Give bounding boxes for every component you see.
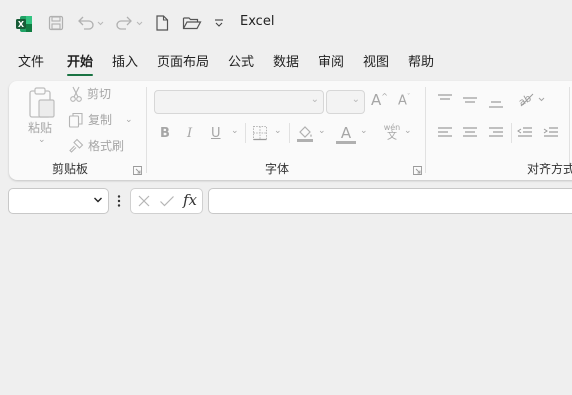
format-painter-button[interactable]: 格式刷: [68, 137, 124, 154]
format-painter-label: 格式刷: [88, 139, 125, 153]
font-sub-divider: [245, 123, 246, 143]
clipboard-group-label: 剪贴板: [52, 162, 89, 176]
cut-button[interactable]: 剪切: [69, 85, 111, 102]
customize-dropdown-icon[interactable]: [212, 15, 226, 31]
app-title: Excel: [240, 14, 275, 29]
copy-icon: [68, 112, 84, 128]
svg-text:ab: ab: [518, 93, 533, 107]
group-divider: [146, 87, 147, 173]
copy-dropdown-icon[interactable]: ⌄: [125, 115, 133, 125]
font-dialog-launcher-icon[interactable]: [413, 166, 422, 175]
decrease-indent-icon[interactable]: [517, 126, 533, 140]
tab-page-layout[interactable]: 页面布局: [157, 50, 209, 76]
enter-check-icon[interactable]: [159, 194, 175, 208]
align-top-icon[interactable]: [437, 93, 453, 107]
chevron-down-icon: [93, 193, 103, 207]
redo-icon[interactable]: [114, 14, 144, 32]
orientation-icon[interactable]: ab: [518, 91, 552, 107]
tab-review[interactable]: 审阅: [318, 50, 344, 76]
alignment-group-label: 对齐方式: [527, 162, 572, 176]
font-color-icon: A: [340, 124, 352, 142]
align-center-icon[interactable]: [462, 126, 478, 140]
italic-button[interactable]: I: [187, 126, 192, 141]
group-divider: [425, 87, 426, 173]
font-group-label: 字体: [265, 162, 290, 176]
font-sub-divider: [289, 123, 290, 143]
tab-view[interactable]: 视图: [363, 50, 389, 76]
phonetic-dropdown-icon[interactable]: ⌄: [404, 126, 412, 136]
chevron-down-icon: ⌄: [351, 94, 360, 105]
tab-home[interactable]: 开始: [67, 50, 94, 76]
align-right-icon[interactable]: [488, 126, 504, 140]
name-box[interactable]: [8, 188, 109, 214]
paste-label[interactable]: 粘贴: [28, 119, 52, 136]
increase-indent-icon[interactable]: [543, 126, 559, 140]
phonetic-guide-button[interactable]: wén 文: [381, 123, 403, 142]
cut-label: 剪切: [87, 87, 112, 101]
decrease-font-size-button[interactable]: Aˇ: [398, 93, 410, 108]
clipboard-dialog-launcher-icon[interactable]: [133, 166, 142, 175]
align-middle-icon[interactable]: [462, 93, 478, 107]
font-color-button[interactable]: A: [336, 123, 356, 144]
underline-dropdown-icon[interactable]: ⌄: [231, 126, 239, 136]
decrease-font-icon: A: [398, 93, 407, 109]
align-left-icon[interactable]: [437, 126, 453, 140]
borders-dropdown-icon[interactable]: ⌄: [274, 126, 282, 136]
align-bottom-icon[interactable]: [488, 93, 504, 109]
phonetic-bottom: 文: [387, 131, 397, 142]
bold-button[interactable]: B: [160, 126, 170, 141]
ribbon-panel: 粘贴 ⌄ 剪切 复制 ⌄ 格式刷 剪贴板 ⌄ ⌄ A^ Aˇ B I U ⌄ ⌄: [9, 81, 572, 180]
tab-file[interactable]: 文件: [18, 50, 44, 76]
cancel-icon[interactable]: [137, 194, 151, 208]
fill-color-icon[interactable]: [296, 123, 314, 143]
paste-icon[interactable]: [27, 87, 57, 118]
tab-formulas[interactable]: 公式: [228, 50, 254, 76]
tab-help[interactable]: 帮助: [408, 50, 434, 76]
copy-label: 复制: [88, 113, 113, 127]
increase-font-size-button[interactable]: A^: [371, 91, 388, 109]
align-sub-divider: [511, 123, 512, 143]
fill-color-dropdown-icon[interactable]: ⌄: [318, 126, 326, 136]
copy-button[interactable]: 复制 ⌄: [68, 111, 133, 128]
format-painter-icon: [68, 138, 84, 154]
borders-icon[interactable]: [252, 125, 268, 141]
more-options-icon[interactable]: [117, 194, 121, 208]
font-size-combobox[interactable]: ⌄: [326, 90, 365, 114]
underline-button[interactable]: U: [211, 126, 221, 141]
formula-actions: fx: [130, 188, 203, 214]
svg-text:X: X: [18, 20, 25, 29]
tab-data[interactable]: 数据: [273, 50, 299, 76]
save-icon[interactable]: [47, 14, 65, 32]
paste-dropdown-icon[interactable]: ⌄: [38, 135, 46, 145]
insert-function-button[interactable]: fx: [183, 191, 197, 209]
scissors-icon: [69, 86, 83, 102]
formula-input[interactable]: [208, 188, 572, 214]
ribbon-tabs: 文件 开始 插入 页面布局 公式 数据 审阅 视图 帮助: [0, 50, 572, 76]
formula-bar: fx: [0, 186, 572, 218]
tab-insert[interactable]: 插入: [112, 50, 138, 76]
font-color-dropdown-icon[interactable]: ⌄: [360, 126, 368, 136]
excel-logo-icon: X: [15, 15, 33, 33]
increase-font-icon: A: [371, 91, 382, 109]
font-name-combobox[interactable]: ⌄: [154, 90, 324, 114]
new-file-icon[interactable]: [154, 14, 170, 32]
open-folder-icon[interactable]: [181, 14, 203, 32]
undo-icon[interactable]: [76, 14, 104, 32]
title-bar: X Excel: [0, 0, 572, 46]
chevron-down-icon: ⌄: [310, 94, 319, 105]
